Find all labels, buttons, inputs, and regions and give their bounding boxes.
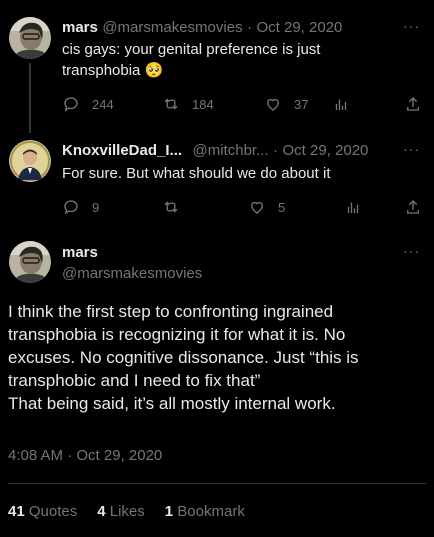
main-tweet-line: transphobic and I need to fix that”: [8, 371, 261, 390]
tweet-date[interactable]: Oct 29, 2020: [282, 142, 368, 159]
thread-line: [29, 63, 31, 133]
main-tweet-line: transphobia is recognizing it for what i…: [8, 325, 346, 344]
likes-label: Likes: [109, 503, 145, 520]
likes-stat[interactable]: 4 Likes: [97, 503, 145, 520]
tweet-text-line-end: transphobia: [62, 62, 141, 79]
retweet-icon: [164, 98, 178, 110]
main-tweet-line: excuses. No cognitive dissonance. Just “…: [8, 348, 359, 367]
bookmarks-label: Bookmark: [177, 503, 245, 520]
tweet-1[interactable]: mars @marsmakesmovies · Oct 29, 2020 ···…: [0, 0, 434, 133]
tweet-text-line: transphobia 🥺: [62, 60, 422, 81]
pleading-face-emoji: 🥺: [144, 61, 164, 79]
separator-dot: ·: [247, 19, 253, 36]
author-handle[interactable]: @mitchbr...: [193, 142, 269, 159]
share-button[interactable]: [404, 95, 422, 113]
more-options-icon[interactable]: ···: [403, 141, 420, 157]
retweet-icon: [164, 201, 178, 213]
retweet-count: 184: [192, 96, 214, 112]
divider: [8, 483, 426, 484]
share-button[interactable]: [404, 198, 422, 216]
tweet-actions: 244 184 37: [62, 95, 422, 115]
share-icon: [407, 200, 419, 214]
like-count: 37: [294, 96, 309, 112]
reply-icon: [64, 97, 78, 112]
reply-count: 244: [92, 96, 114, 112]
quotes-label: Quotes: [28, 503, 78, 520]
avatar-image: [9, 17, 51, 59]
bookmarks-count: 1: [164, 503, 174, 520]
tweet-timestamp[interactable]: 4:08 AM · Oct 29, 2020: [8, 447, 162, 464]
author-handle[interactable]: @marsmakesmovies: [102, 19, 242, 36]
tweet-text: cis gays: your genital preference is jus…: [62, 40, 422, 81]
share-icon: [407, 97, 419, 111]
tweet-text-line: cis gays: your genital preference is jus…: [62, 41, 321, 58]
separator-dot: ·: [273, 142, 279, 159]
author-name[interactable]: mars: [62, 244, 98, 261]
author-name[interactable]: KnoxvilleDad_I...: [62, 142, 182, 159]
views-button[interactable]: [344, 198, 362, 216]
like-button[interactable]: 37: [264, 95, 308, 113]
reply-count: 9: [92, 199, 100, 215]
tweet-2[interactable]: KnoxvilleDad_I... @mitchbr... · Oct 29, …: [0, 128, 434, 228]
quotes-count: 41: [8, 503, 25, 520]
reply-button[interactable]: 244: [62, 95, 114, 113]
like-count: 5: [278, 199, 286, 215]
avatar[interactable]: [9, 17, 51, 59]
retweet-button[interactable]: 184: [162, 95, 214, 113]
analytics-icon: [335, 99, 347, 110]
avatar-image: [9, 241, 51, 283]
main-tweet-line: I think the first step to confronting in…: [8, 302, 334, 321]
engagement-stats: 41 Quotes 4 Likes 1 Bookmark: [8, 503, 245, 520]
analytics-icon: [347, 202, 359, 213]
tweet-actions: 9 5: [62, 198, 422, 218]
retweet-button[interactable]: [162, 198, 192, 216]
author-name[interactable]: mars: [62, 19, 98, 36]
heart-icon: [251, 201, 263, 214]
reply-icon: [64, 200, 78, 215]
main-tweet-line: That being said, it’s all mostly interna…: [8, 394, 336, 413]
avatar[interactable]: [9, 241, 51, 283]
more-options-icon[interactable]: ···: [403, 18, 420, 34]
heart-icon: [267, 98, 279, 111]
bookmarks-stat[interactable]: 1 Bookmark: [165, 503, 245, 520]
tweet-date[interactable]: Oct 29, 2020: [256, 19, 342, 36]
author-handle[interactable]: @marsmakesmovies: [62, 265, 202, 282]
reply-button[interactable]: 9: [62, 198, 99, 216]
more-options-icon[interactable]: ···: [403, 243, 420, 259]
views-button[interactable]: [332, 95, 350, 113]
avatar-image: [9, 140, 51, 182]
main-tweet-text: I think the first step to confronting in…: [8, 300, 428, 415]
avatar[interactable]: [9, 140, 51, 182]
quotes-stat[interactable]: 41 Quotes: [8, 503, 77, 520]
likes-count: 4: [97, 503, 106, 520]
tweet-text: For sure. But what should we do about it: [62, 165, 331, 182]
like-button[interactable]: 5: [248, 198, 285, 216]
